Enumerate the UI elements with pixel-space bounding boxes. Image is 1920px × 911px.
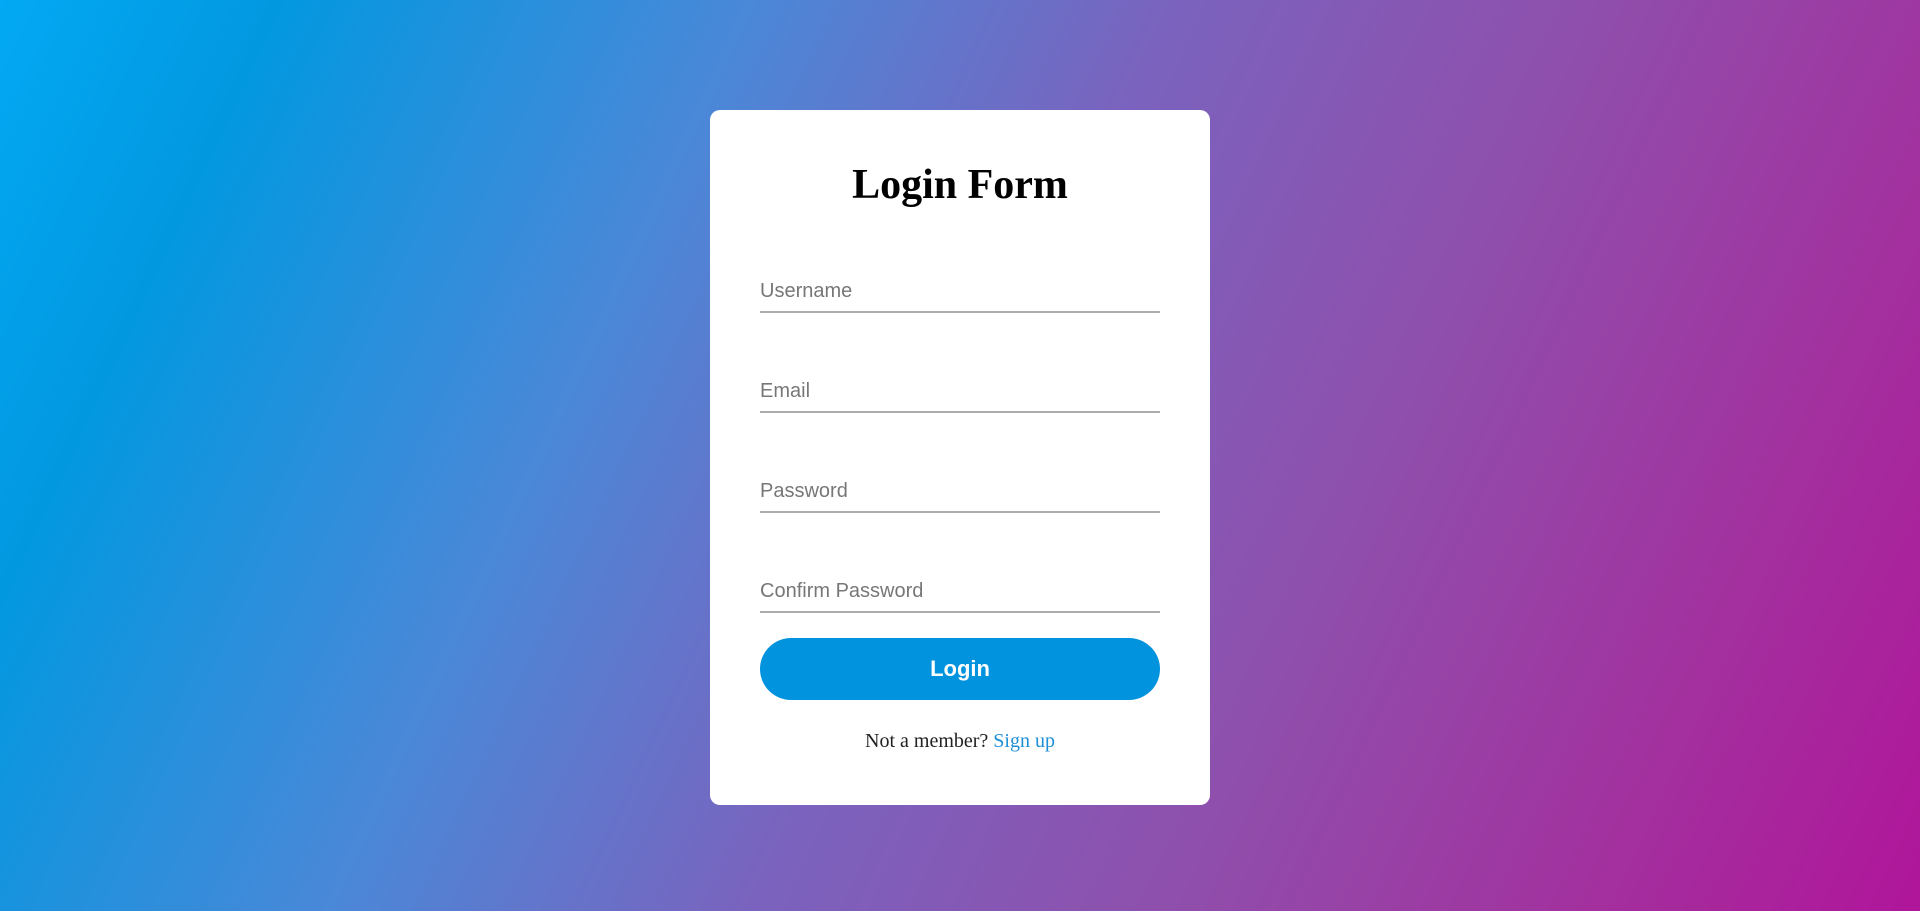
signup-prompt: Not a member? xyxy=(865,730,989,752)
email-field-wrapper xyxy=(760,363,1160,413)
form-title: Login Form xyxy=(852,162,1068,208)
username-input[interactable] xyxy=(760,263,1160,311)
login-button[interactable]: Login xyxy=(760,638,1160,700)
password-field-wrapper xyxy=(760,463,1160,513)
password-input[interactable] xyxy=(760,463,1160,511)
signup-link[interactable]: Sign up xyxy=(993,730,1055,752)
login-card: Login Form Login Not a member? Sign up xyxy=(710,110,1210,805)
email-input[interactable] xyxy=(760,363,1160,411)
confirm-password-field-wrapper xyxy=(760,563,1160,613)
confirm-password-input[interactable] xyxy=(760,563,1160,611)
username-field-wrapper xyxy=(760,263,1160,313)
signup-row: Not a member? Sign up xyxy=(710,730,1210,753)
